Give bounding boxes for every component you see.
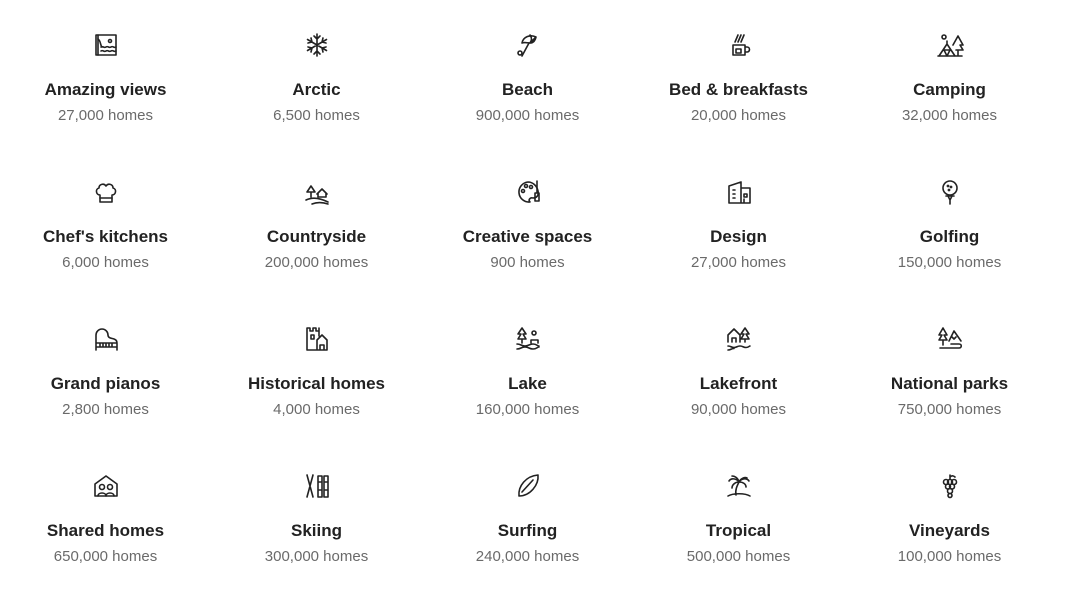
category-title: Bed & breakfasts <box>669 80 808 99</box>
category-count: 27,000 homes <box>690 254 787 271</box>
category-bed-breakfasts[interactable]: Bed & breakfasts 20,000 homes <box>633 0 844 147</box>
category-title: Camping <box>913 80 986 99</box>
category-count: 750,000 homes <box>897 401 1002 418</box>
category-national-parks[interactable]: National parks 750,000 homes <box>844 294 1055 441</box>
category-title: Countryside <box>266 227 367 246</box>
category-count: 6,000 homes <box>62 254 149 271</box>
category-count: 2,800 homes <box>62 401 149 418</box>
countryside-icon <box>303 178 331 206</box>
category-countryside[interactable]: Countryside 200,000 homes <box>211 147 422 294</box>
category-title: Tropical <box>705 521 772 540</box>
castle-icon <box>303 325 331 353</box>
surfboard-icon <box>514 472 542 500</box>
grapes-icon <box>936 472 964 500</box>
category-count: 20,000 homes <box>690 107 787 124</box>
category-title: Beach <box>501 80 554 99</box>
category-tropical[interactable]: Tropical 500,000 homes <box>633 441 844 588</box>
category-title: Creative spaces <box>462 227 593 246</box>
skis-icon <box>303 472 331 500</box>
category-title: Arctic <box>292 80 341 99</box>
golf-ball-icon <box>936 178 964 206</box>
chef-hat-icon <box>92 178 120 206</box>
category-count: 160,000 homes <box>475 401 580 418</box>
category-title: National parks <box>890 374 1009 393</box>
category-title: Shared homes <box>46 521 165 540</box>
tent-icon <box>936 31 964 59</box>
category-title: Vineyards <box>909 521 990 540</box>
category-count: 90,000 homes <box>690 401 787 418</box>
category-shared-homes[interactable]: Shared homes 650,000 homes <box>0 441 211 588</box>
lakefront-house-icon <box>725 325 753 353</box>
category-title: Grand pianos <box>50 374 161 393</box>
category-title: Chef's kitchens <box>43 227 168 246</box>
category-creative-spaces[interactable]: Creative spaces 900 homes <box>422 147 633 294</box>
category-arctic[interactable]: Arctic 6,500 homes <box>211 0 422 147</box>
snowflake-icon <box>303 31 331 59</box>
piano-icon <box>92 325 120 353</box>
category-count: 150,000 homes <box>897 254 1002 271</box>
category-title: Lake <box>508 374 547 393</box>
palette-icon <box>514 178 542 206</box>
category-surfing[interactable]: Surfing 240,000 homes <box>422 441 633 588</box>
category-skiing[interactable]: Skiing 300,000 homes <box>211 441 422 588</box>
category-count: 300,000 homes <box>264 548 369 565</box>
category-grid: Amazing views 27,000 homes Arctic 6,500 hom… <box>0 0 1055 588</box>
category-chef-s-kitchens[interactable]: Chef's kitchens 6,000 homes <box>0 147 211 294</box>
shared-home-icon <box>92 472 120 500</box>
category-count: 900 homes <box>490 254 565 271</box>
category-amazing-views[interactable]: Amazing views 27,000 homes <box>0 0 211 147</box>
modern-building-icon <box>725 178 753 206</box>
category-title: Golfing <box>919 227 980 246</box>
category-count: 500,000 homes <box>686 548 791 565</box>
category-count: 650,000 homes <box>53 548 158 565</box>
category-count: 240,000 homes <box>475 548 580 565</box>
category-title: Skiing <box>290 521 342 540</box>
coffee-mug-icon <box>725 31 753 59</box>
category-golfing[interactable]: Golfing 150,000 homes <box>844 147 1055 294</box>
lake-icon <box>514 325 542 353</box>
category-title: Historical homes <box>248 374 385 393</box>
category-title: Amazing views <box>44 80 167 99</box>
category-title: Surfing <box>497 521 558 540</box>
category-count: 4,000 homes <box>273 401 360 418</box>
category-lake[interactable]: Lake 160,000 homes <box>422 294 633 441</box>
beach-umbrella-icon <box>514 31 542 59</box>
category-title: Design <box>710 227 767 246</box>
category-historical-homes[interactable]: Historical homes 4,000 homes <box>211 294 422 441</box>
category-count: 100,000 homes <box>897 548 1002 565</box>
category-count: 900,000 homes <box>475 107 580 124</box>
category-camping[interactable]: Camping 32,000 homes <box>844 0 1055 147</box>
category-design[interactable]: Design 27,000 homes <box>633 147 844 294</box>
category-lakefront[interactable]: Lakefront 90,000 homes <box>633 294 844 441</box>
category-grand-pianos[interactable]: Grand pianos 2,800 homes <box>0 294 211 441</box>
mountains-trees-icon <box>936 325 964 353</box>
category-count: 32,000 homes <box>901 107 998 124</box>
framed-landscape-icon <box>92 31 120 59</box>
category-count: 6,500 homes <box>273 107 360 124</box>
palm-tree-icon <box>725 472 753 500</box>
category-beach[interactable]: Beach 900,000 homes <box>422 0 633 147</box>
category-count: 27,000 homes <box>57 107 154 124</box>
category-title: Lakefront <box>699 374 778 393</box>
category-vineyards[interactable]: Vineyards 100,000 homes <box>844 441 1055 588</box>
category-count: 200,000 homes <box>264 254 369 271</box>
